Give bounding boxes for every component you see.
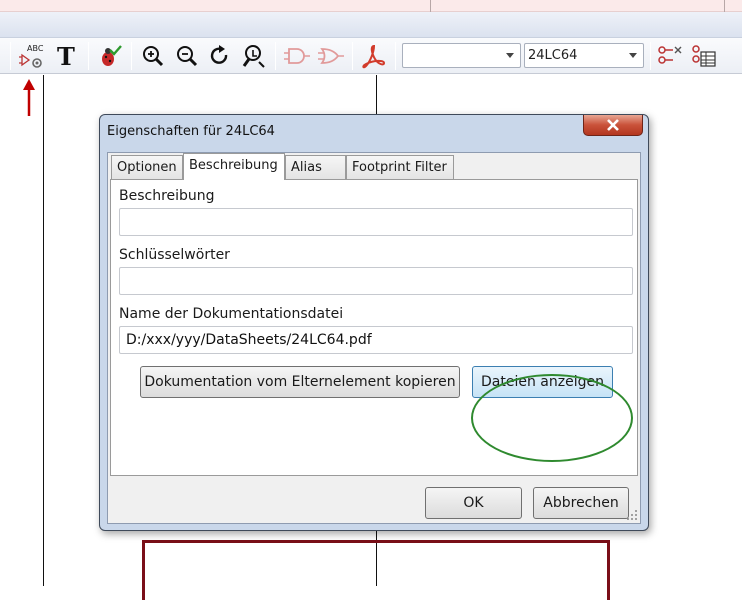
zoom-in-icon[interactable] [139,42,167,70]
redraw-icon[interactable] [206,42,234,70]
chevron-down-icon [506,53,514,58]
part-selector[interactable]: 24LC64 [524,43,644,68]
keywords-field[interactable] [119,267,633,295]
toolbar-separator [650,42,651,70]
pdf-icon[interactable] [360,42,388,70]
add-field-text-icon[interactable]: ABC [18,42,46,70]
highlight-ellipse [471,374,633,462]
canvas-border-line [43,75,44,586]
top-strip [0,0,742,12]
toolbar-separator [88,42,89,70]
zoom-fit-icon[interactable] [239,42,267,70]
docfile-label: Name der Dokumentationsdatei [119,306,344,322]
toolbar-separator [395,42,396,70]
ok-button[interactable]: OK [425,487,522,519]
component-outline [142,540,610,600]
check-bug-icon[interactable] [95,42,123,70]
toolbar-separator [275,42,276,70]
dialog-title: Eigenschaften für 24LC64 [107,124,275,139]
description-field[interactable] [119,208,633,236]
gate-b-icon[interactable] [317,42,345,70]
part-selector-value: 24LC64 [528,48,578,63]
copy-doc-button[interactable]: Dokumentation vom Elternelement kopieren [140,366,460,398]
zoom-out-icon[interactable] [173,42,201,70]
pin-list-icon[interactable] [690,42,718,70]
tab-alias[interactable]: Alias [285,155,346,179]
annotation-arrow [23,79,35,116]
cancel-button[interactable]: Abbrechen [533,487,629,519]
tab-footprint-filter[interactable]: Footprint Filter [346,155,454,179]
resize-grip-icon[interactable] [626,509,638,521]
window-band [0,12,742,38]
toolbar-separator [131,42,132,70]
chevron-down-icon [629,53,637,58]
ruler-tick [724,0,725,12]
unit-selector[interactable] [402,43,521,68]
svg-text:ABC: ABC [27,44,44,53]
gate-a-icon[interactable] [283,42,311,70]
tab-beschreibung[interactable]: Beschreibung [183,153,285,180]
toolbar-separator [10,42,11,70]
toolbar-separator [352,42,353,70]
svg-text:T: T [57,42,75,70]
text-icon[interactable]: T [53,42,81,70]
close-button[interactable] [583,115,643,136]
tab-optionen[interactable]: Optionen [111,155,183,179]
properties-dialog: Eigenschaften für 24LC64 Optionen Beschr… [99,114,649,531]
pin-table-icon[interactable] [656,42,684,70]
close-icon [607,119,619,131]
description-label: Beschreibung [119,188,215,204]
keywords-label: Schlüsselwörter [119,247,230,263]
ruler-tick [430,0,431,12]
docfile-field[interactable]: D:/xxx/yyy/DataSheets/24LC64.pdf [119,326,633,354]
main-toolbar: ABC T 24LC64 [0,38,742,74]
dialog-body: Optionen Beschreibung Alias Footprint Fi… [107,152,641,524]
